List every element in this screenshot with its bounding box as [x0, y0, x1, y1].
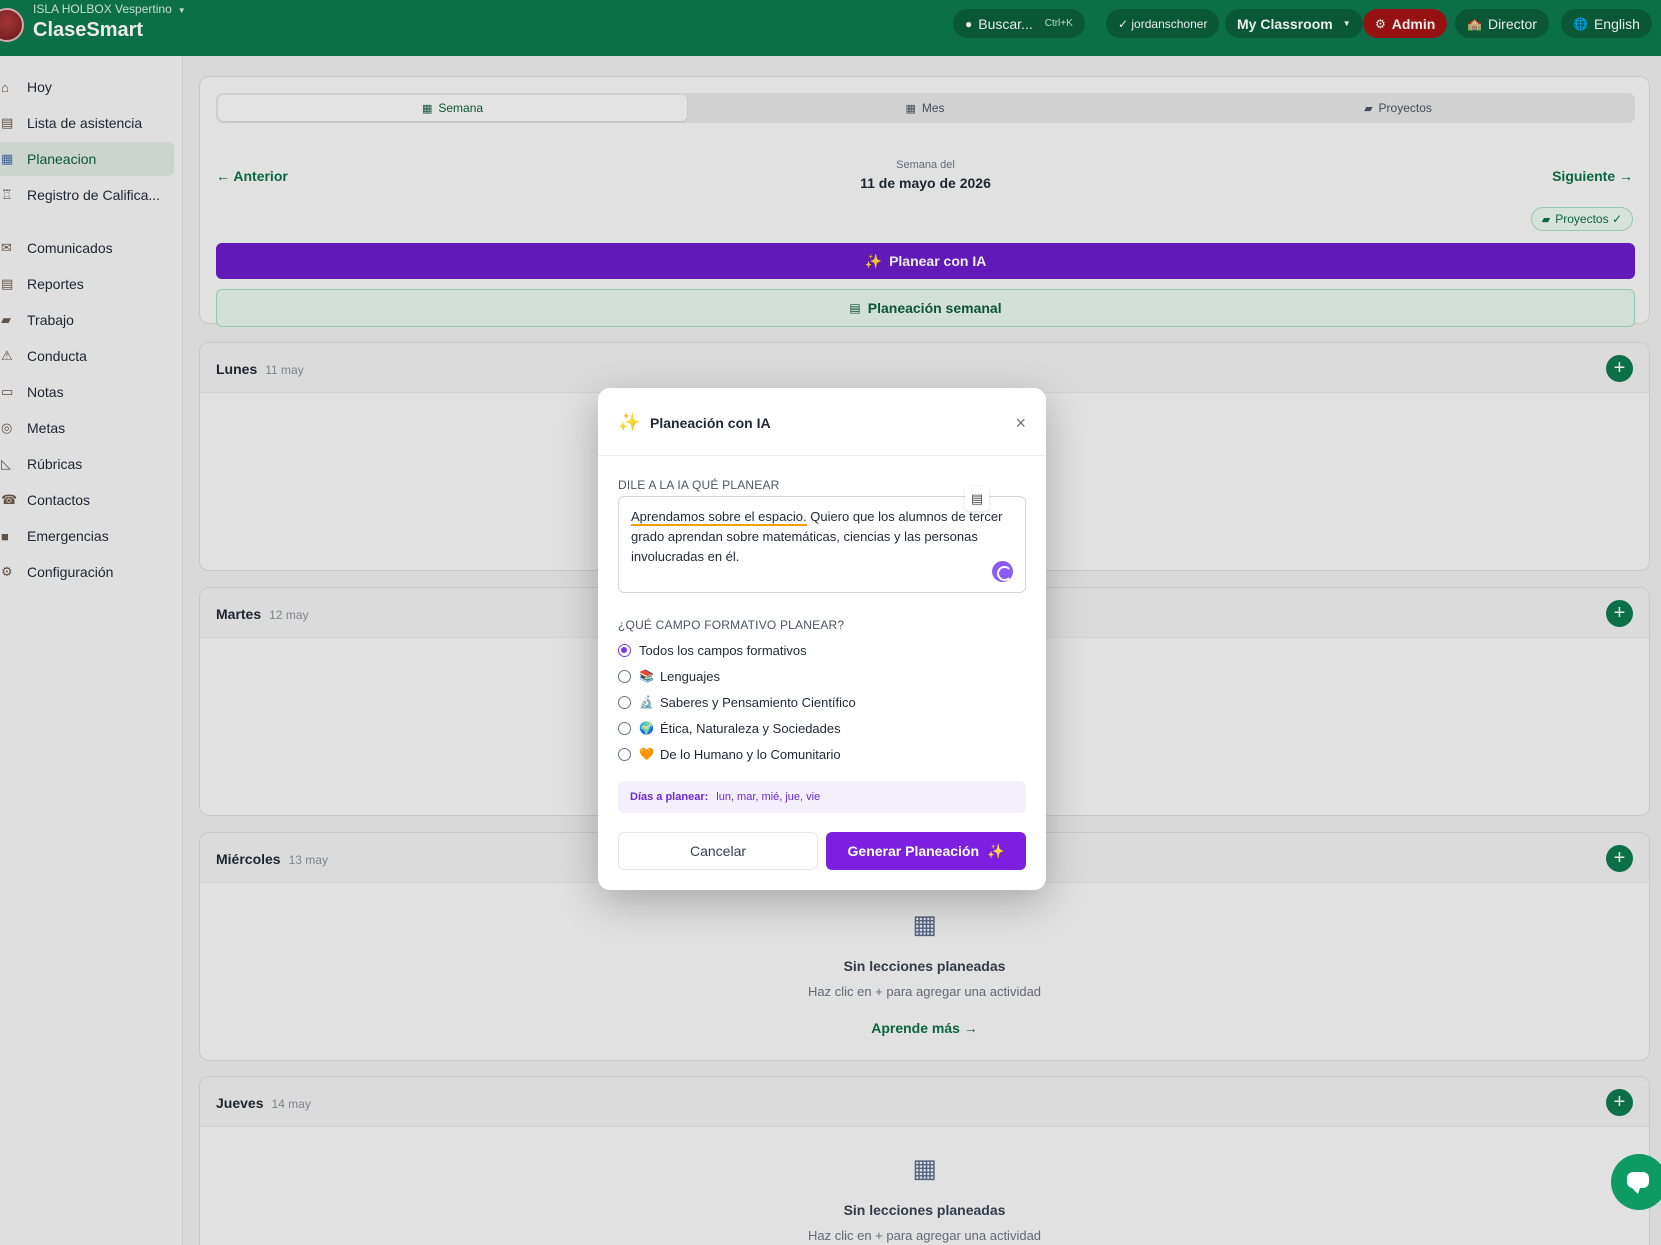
prompt-highlight: Aprendamos sobre el espacio. [631, 509, 807, 526]
ai-planning-modal: ✨ Planeación con IA × DILE A LA IA QUÉ P… [598, 388, 1046, 890]
sparkle-icon: ✨ [987, 842, 1005, 859]
days-to-plan: Días a planear: lun, mar, mié, jue, vie [618, 781, 1026, 813]
option-label: Lenguajes [659, 668, 720, 684]
option-saberes[interactable]: 🔬 Saberes y Pensamiento Científico [618, 692, 856, 712]
globe-icon: 🌍 [639, 721, 654, 735]
sparkle-icon: ✨ [618, 412, 641, 432]
days-key: Días a planear: [630, 791, 709, 803]
option-label: Todos los campos formativos [639, 642, 807, 658]
field-label: ¿QUÉ CAMPO FORMATIVO PLANEAR? [618, 618, 845, 632]
close-icon[interactable]: × [1015, 413, 1026, 434]
option-label: Ética, Naturaleza y Sociedades [659, 720, 841, 736]
modal-header: ✨ Planeación con IA × [598, 388, 1046, 456]
prompt-textarea[interactable]: Aprendamos sobre el espacio. Quiero que … [618, 487, 1026, 593]
option-lenguajes[interactable]: 📚 Lenguajes [618, 666, 720, 686]
option-todos[interactable]: Todos los campos formativos [618, 640, 807, 660]
microscope-icon: 🔬 [639, 695, 654, 709]
clipboard-icon[interactable]: ▤ [965, 487, 989, 511]
modal-title: Planeación con IA [650, 415, 771, 431]
prompt-label: DILE A LA IA QUÉ PLANEAR [618, 478, 780, 492]
radio-button[interactable] [618, 695, 631, 709]
heart-icon: 🧡 [639, 747, 654, 761]
chat-bubble-icon [1627, 1172, 1649, 1194]
voice-input-icon[interactable] [992, 561, 1013, 582]
cancel-button[interactable]: Cancelar [618, 832, 818, 870]
radio-button[interactable] [618, 721, 631, 735]
chat-button[interactable] [1611, 1154, 1661, 1210]
option-label: De lo Humano y lo Comunitario [659, 746, 841, 762]
radio-button[interactable] [618, 669, 631, 683]
option-etica[interactable]: 🌍 Ética, Naturaleza y Sociedades [618, 718, 841, 738]
prompt-text: Aprendamos sobre el espacio. Quiero que … [631, 507, 1011, 567]
option-label: Saberes y Pensamiento Científico [659, 694, 856, 710]
radio-button[interactable] [618, 747, 631, 761]
books-icon: 📚 [639, 669, 654, 683]
days-value: lun, mar, mié, jue, vie [716, 791, 821, 803]
radio-button[interactable] [618, 643, 631, 657]
generate-plan-button[interactable]: Generar Planeación ✨ [826, 832, 1026, 870]
generate-label: Generar Planeación [847, 843, 980, 859]
option-humano[interactable]: 🧡 De lo Humano y lo Comunitario [618, 744, 841, 764]
